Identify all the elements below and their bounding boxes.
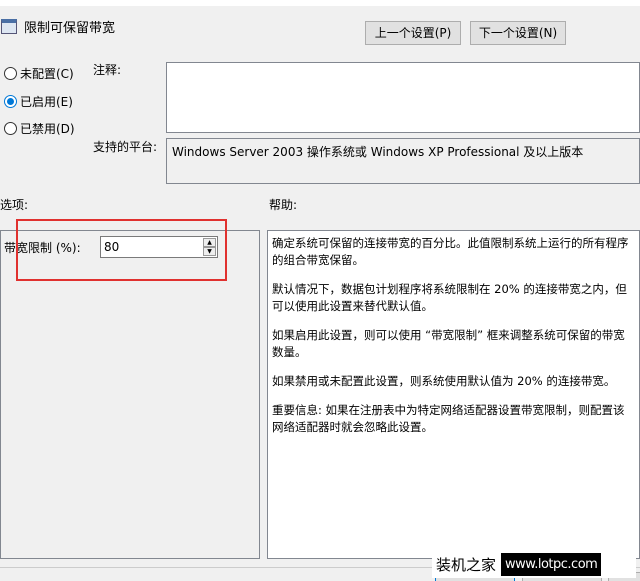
highlight-box — [16, 219, 227, 281]
radio-label: 未配置(C) — [20, 67, 74, 81]
prev-setting-button[interactable]: 上一个设置(P) — [365, 21, 461, 45]
radio-disabled[interactable]: 已禁用(D) — [4, 120, 75, 137]
watermark: 装机之家 www.lotpc.com — [432, 550, 636, 578]
policy-icon — [1, 19, 17, 34]
radio-circle — [4, 122, 17, 135]
comment-label: 注释: — [93, 63, 122, 77]
help-paragraph: 如果禁用或未配置此设置，则系统使用默认值为 20% 的连接带宽。 — [272, 374, 616, 388]
platform-label: 支持的平台: — [93, 140, 158, 154]
options-label: 选项: — [0, 198, 29, 212]
comment-input[interactable] — [166, 62, 640, 133]
help-paragraph: 重要信息: 如果在注册表中为特定网络适配器设置带宽限制，则配置该网络适配器时就会… — [272, 403, 625, 434]
watermark-url: www.lotpc.com — [501, 552, 602, 576]
help-paragraph: 如果启用此设置，则可以使用 “带宽限制” 框来调整系统可保留的带宽数量。 — [272, 328, 625, 359]
radio-label: 已启用(E) — [20, 95, 73, 109]
help-paragraph: 默认情况下，数据包计划程序将系统限制在 20% 的连接带宽之内，但可以使用此设置… — [272, 282, 627, 313]
radio-circle — [4, 67, 17, 80]
help-label: 帮助: — [269, 198, 298, 212]
next-setting-button[interactable]: 下一个设置(N) — [470, 21, 566, 45]
radio-enabled[interactable]: 已启用(E) — [4, 93, 73, 110]
radio-label: 已禁用(D) — [20, 122, 75, 136]
watermark-cn: 装机之家 — [436, 555, 497, 574]
radio-circle — [4, 95, 17, 108]
help-text: 确定系统可保留的连接带宽的百分比。此值限制系统上运行的所有程序的组合带宽保留。 … — [267, 230, 640, 559]
help-paragraph: 确定系统可保留的连接带宽的百分比。此值限制系统上运行的所有程序的组合带宽保留。 — [272, 236, 629, 267]
dialog-title: 限制可保留带宽 — [24, 21, 116, 36]
radio-not-configured[interactable]: 未配置(C) — [4, 65, 74, 82]
window-top — [0, 0, 640, 6]
platform-field: Windows Server 2003 操作系统或 Windows XP Pro… — [166, 138, 640, 184]
